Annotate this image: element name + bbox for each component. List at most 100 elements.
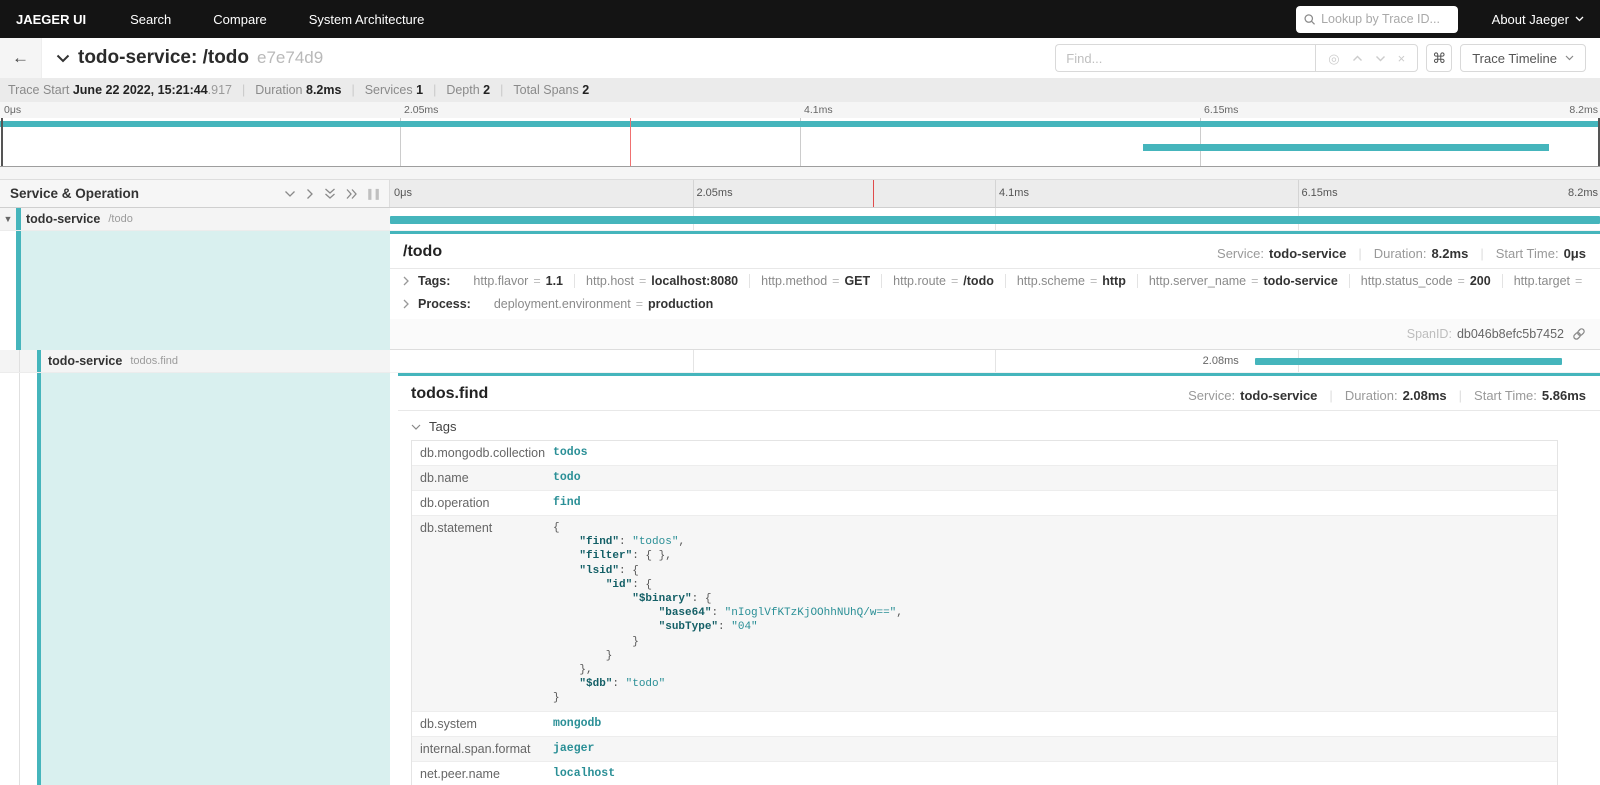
tags-section-toggle[interactable]: Tags	[398, 411, 1600, 440]
summary-item-value: 2	[582, 83, 589, 97]
span-title: todos.find	[411, 385, 488, 403]
detail-card-header: /todo Service:todo-service| Duration:8.2…	[390, 234, 1600, 269]
tag-pill: http.flavor=1.1	[462, 274, 575, 288]
chevron-right-icon	[403, 276, 409, 286]
summary-item-label: Total Spans	[513, 83, 578, 97]
trace-summary-bar: Trace Start June 22 2022, 15:21:44.917 |…	[0, 78, 1600, 102]
collapse-children-icon[interactable]: ▼	[0, 214, 16, 224]
span-duration-bar[interactable]	[1255, 358, 1562, 365]
span-row-todos-find[interactable]: todo-service todos.find 2.08ms	[0, 350, 1600, 373]
prev-match-icon[interactable]	[1352, 55, 1363, 62]
keyboard-shortcuts-button[interactable]: ⌘	[1426, 44, 1452, 72]
collapse-trace-button[interactable]	[56, 54, 70, 63]
collapse-one-icon[interactable]	[284, 190, 296, 198]
focus-match-icon[interactable]: ◎	[1328, 52, 1339, 65]
tag-pill: http.method=GET	[750, 274, 882, 288]
tick-label: 8.2ms	[1569, 104, 1598, 116]
tag-table-row[interactable]: internal.span.formatjaeger	[412, 737, 1557, 762]
tags-accordion[interactable]: Tags: http.flavor=1.1http.host=localhost…	[390, 269, 1600, 292]
top-nav: JAEGER UI Search Compare System Architectu…	[0, 0, 1600, 38]
trace-header: ← todo-service: /todo e7e74d9 ◎ × ⌘ Trac…	[0, 38, 1600, 78]
nav-item-search[interactable]: Search	[130, 12, 171, 27]
tick-label: 0μs	[0, 104, 21, 116]
tag-pill: http.target=/todo	[1503, 274, 1586, 288]
span-id-value: db046b8efc5b7452	[1457, 327, 1564, 341]
tree-guide-line	[19, 350, 20, 372]
tick-label: 4.1ms	[800, 104, 833, 116]
tag-table-row[interactable]: net.peer.namelocalhost	[412, 762, 1557, 785]
tag-table-row[interactable]: db.nametodo	[412, 466, 1557, 491]
deep-link-icon[interactable]	[1572, 327, 1586, 341]
operation-name: todos.find	[130, 355, 178, 367]
expand-all-icon[interactable]	[346, 188, 358, 200]
column-resizer[interactable]: ▌▌	[368, 189, 383, 199]
tag-table-row[interactable]: db.mongodb.collectiontodos	[412, 441, 1557, 466]
summary-item-label: Depth	[446, 83, 479, 97]
span-name-cell[interactable]: ▼ todo-service /todo	[0, 208, 390, 231]
tag-summary-pills: http.flavor=1.1http.host=localhost:8080h…	[462, 274, 1586, 288]
tag-pill: deployment.environment=production	[483, 297, 724, 311]
brand-logo[interactable]: JAEGER UI	[16, 12, 86, 27]
back-button[interactable]: ←	[0, 38, 42, 78]
trace-id-short: e7e74d9	[257, 48, 323, 68]
collapse-all-icon[interactable]	[324, 188, 336, 200]
span-detail-card-todo: /todo Service:todo-service| Duration:8.2…	[390, 231, 1600, 350]
tag-value: todo	[545, 466, 1557, 490]
tag-table-row[interactable]: db.systemmongodb	[412, 712, 1557, 737]
tag-table-row[interactable]: db.statement{ "find": "todos", "filter":…	[412, 516, 1557, 712]
tag-value: { "find": "todos", "filter": { }, "lsid"…	[545, 516, 1557, 711]
detail-highlight-fill	[41, 373, 390, 785]
tag-pill: http.status_code=200	[1350, 274, 1503, 288]
about-jaeger-menu[interactable]: About Jaeger	[1492, 12, 1584, 27]
minimap-canvas[interactable]	[0, 118, 1600, 167]
trace-id-input[interactable]	[1321, 12, 1450, 26]
summary-item-value: 1	[416, 83, 423, 97]
tree-guide-line	[19, 373, 20, 785]
tick-label: 0μs	[390, 187, 412, 199]
span-timeline-cell[interactable]	[390, 208, 1600, 231]
clear-find-icon[interactable]: ×	[1398, 52, 1406, 65]
span-duration-label: 2.08ms	[1203, 355, 1239, 367]
trace-start-label: Trace Start	[8, 83, 69, 97]
timeline-ruler: 0μs 2.05ms 4.1ms 6.15ms 8.2ms	[390, 180, 1600, 207]
collapse-controls	[284, 188, 358, 200]
detail-highlight-fill	[21, 231, 390, 350]
nav-item-compare[interactable]: Compare	[213, 12, 266, 27]
summary-item-label: Duration	[255, 83, 302, 97]
span-detail-card-todos-find: todos.find Service:todo-service| Duratio…	[398, 373, 1600, 785]
tag-value: jaeger	[545, 737, 1557, 761]
span-duration-bar[interactable]	[390, 216, 1600, 224]
service-operation-title: Service & Operation	[10, 186, 284, 201]
tag-value: mongodb	[545, 712, 1557, 736]
viewport-left-handle[interactable]	[1, 118, 3, 166]
span-name-cell[interactable]: todo-service todos.find	[0, 350, 390, 373]
detail-left-gutter[interactable]	[0, 231, 390, 350]
chevron-down-icon	[56, 54, 70, 63]
span-detail-row-todo: /todo Service:todo-service| Duration:8.2…	[0, 231, 1600, 350]
nav-item-system-architecture[interactable]: System Architecture	[309, 12, 425, 27]
trace-view-selector[interactable]: Trace Timeline	[1460, 44, 1586, 72]
span-detail-row-todos-find: todos.find Service:todo-service| Duratio…	[0, 373, 1600, 785]
span-title: /todo	[403, 243, 442, 261]
detail-card-footer: SpanID: db046b8efc5b7452	[390, 319, 1600, 349]
detail-left-gutter[interactable]	[0, 373, 390, 785]
trace-id-lookup[interactable]	[1296, 6, 1458, 33]
process-accordion[interactable]: Process: deployment.environment=producti…	[390, 292, 1600, 315]
tag-value: find	[545, 491, 1557, 515]
ruler-cursor-line	[873, 180, 874, 207]
tag-table-row[interactable]: db.operationfind	[412, 491, 1557, 516]
tag-value: todos	[545, 441, 1557, 465]
tag-pill: http.scheme=http	[1006, 274, 1138, 288]
nav-items: Search Compare System Architecture	[130, 12, 424, 27]
process-summary-pills: deployment.environment=production	[483, 297, 724, 311]
expand-one-icon[interactable]	[306, 188, 314, 200]
summary-items: |Duration 8.2ms|Services 1|Depth 2|Total…	[232, 83, 589, 97]
next-match-icon[interactable]	[1375, 55, 1386, 62]
find-input[interactable]	[1055, 44, 1315, 72]
tick-label: 2.05ms	[693, 187, 733, 199]
detail-indent-gap	[390, 373, 398, 785]
span-row-todo[interactable]: ▼ todo-service /todo	[0, 208, 1600, 231]
tag-key: db.operation	[412, 491, 545, 515]
tick-label: 2.05ms	[400, 104, 438, 116]
span-timeline-cell[interactable]: 2.08ms	[390, 350, 1600, 373]
